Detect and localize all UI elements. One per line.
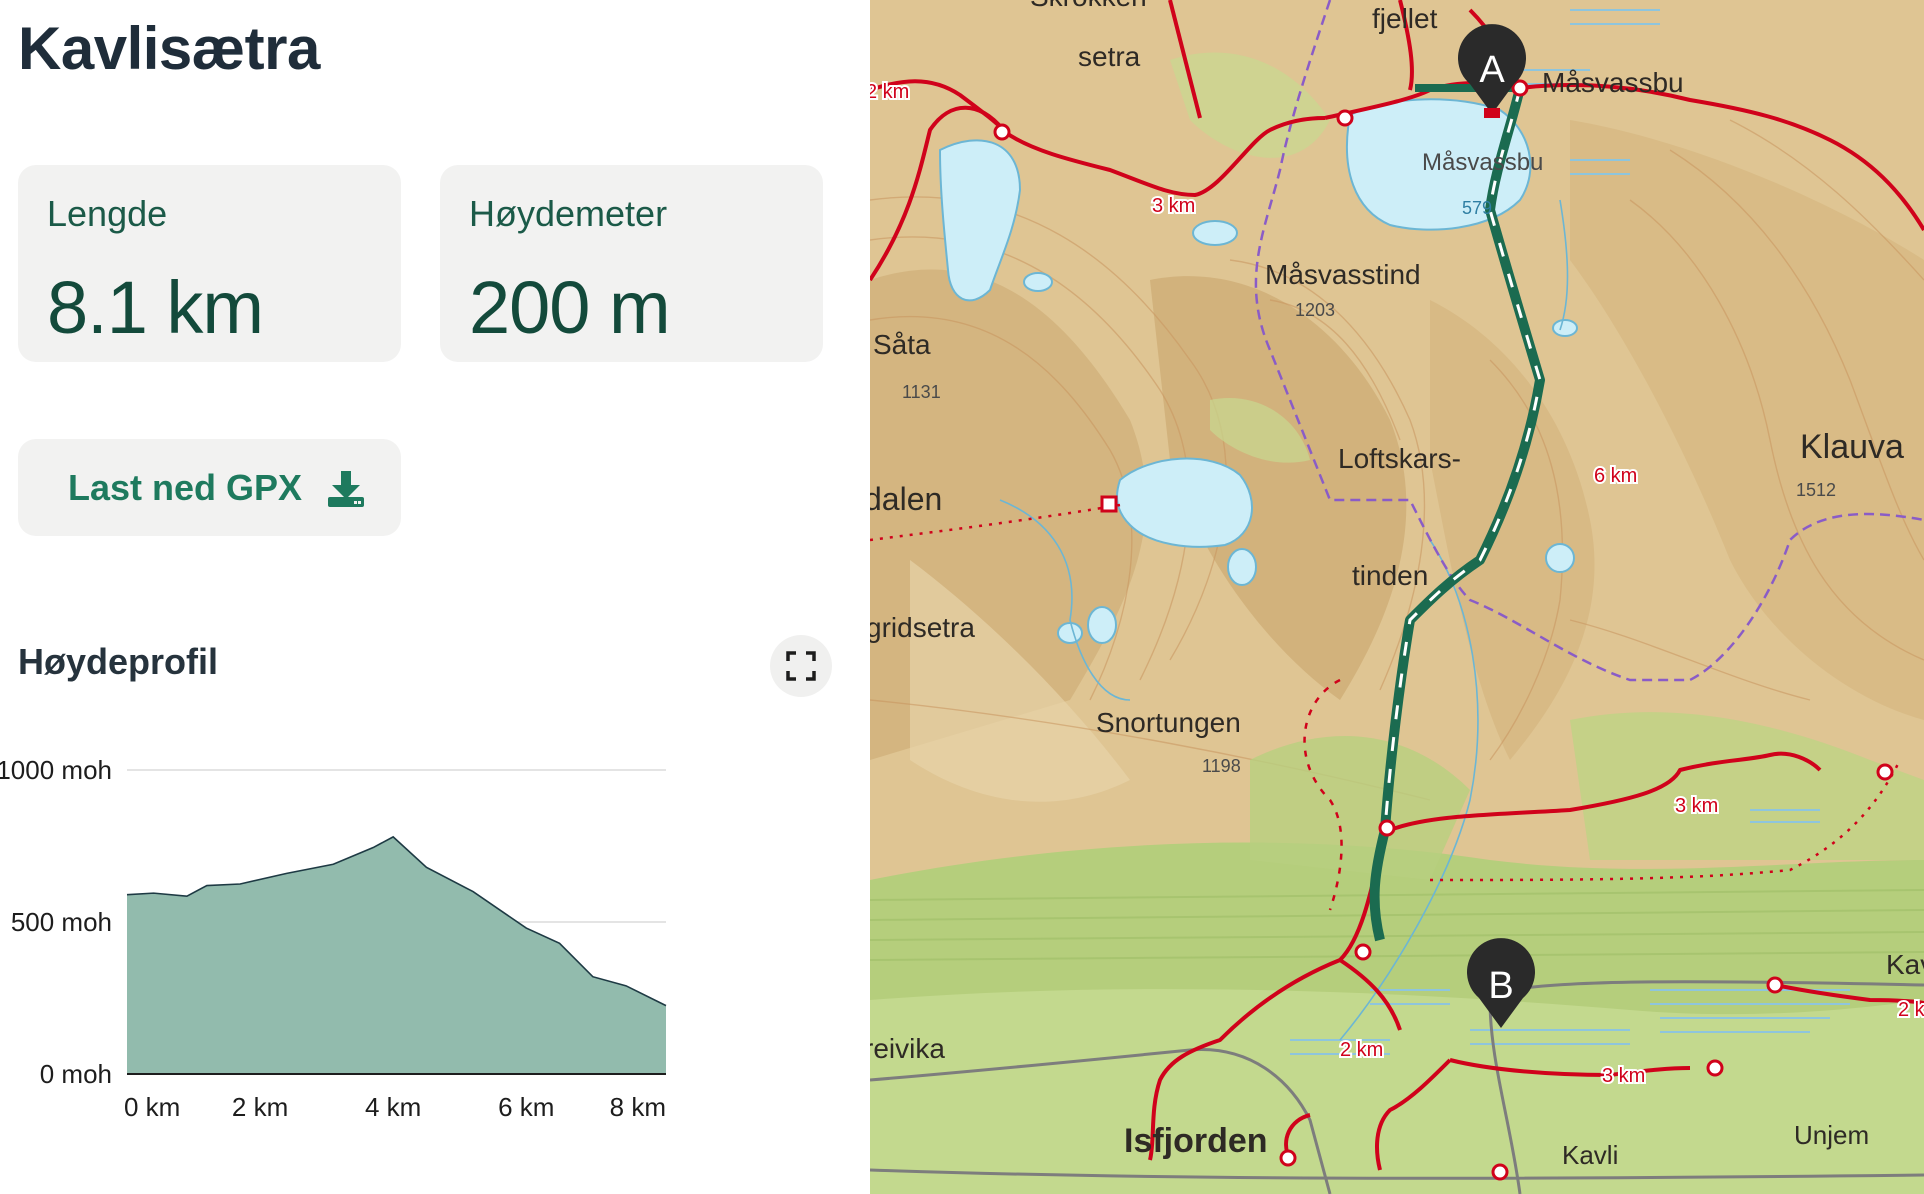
download-gpx-button[interactable]: Last ned GPX bbox=[18, 439, 401, 536]
map-label-klauva-height: 1512 bbox=[1796, 480, 1836, 500]
map-distance-label: 2 km bbox=[1898, 999, 1924, 1021]
map-distance-label: 3 km bbox=[1675, 795, 1718, 817]
elevation-area bbox=[127, 836, 666, 1074]
y-tick-label: 0 moh bbox=[40, 1059, 112, 1089]
map-distance-label: 3 km bbox=[1602, 1065, 1645, 1087]
map-label-reivika: reivika bbox=[870, 1033, 945, 1064]
end-marker-label: B bbox=[1488, 965, 1513, 1007]
map-label-isfjorden: Isfjorden bbox=[1124, 1122, 1268, 1160]
start-marker-label: A bbox=[1479, 49, 1505, 91]
elevation-label: Høydemeter bbox=[469, 193, 668, 234]
x-tick-label: 4 km bbox=[365, 1092, 421, 1122]
map-label-fjellet: fjellet bbox=[1372, 3, 1438, 34]
map-label-kav: Kav bbox=[1886, 949, 1924, 980]
map-label-unjem: Unjem bbox=[1794, 1120, 1869, 1150]
map-label-lake-height: 579 bbox=[1462, 198, 1492, 218]
map-distance-label: 2 km bbox=[870, 81, 909, 103]
map-label-masvassbu-lake: Måsvassbu bbox=[1422, 149, 1543, 176]
x-tick-label: 0 km bbox=[124, 1092, 180, 1122]
map-distance-label: 3 km bbox=[1152, 195, 1195, 217]
map-label-setra: setra bbox=[1078, 41, 1141, 72]
download-gpx-label: Last ned GPX bbox=[68, 467, 303, 508]
fullscreen-icon bbox=[786, 651, 816, 681]
elevation-card: Høydemeter 200 m bbox=[440, 165, 823, 362]
elevation-profile-title: Høydeprofil bbox=[18, 641, 219, 682]
x-tick-label: 6 km bbox=[498, 1092, 554, 1122]
route-panel: Kavlisætra Lengde 8.1 km Høydemeter 200 … bbox=[0, 0, 870, 1194]
length-card: Lengde 8.1 km bbox=[18, 165, 401, 362]
length-value: 8.1 km bbox=[47, 266, 264, 349]
map-label-skrokkensetra: Skrokken- bbox=[1030, 0, 1156, 12]
elevation-value: 200 m bbox=[469, 266, 671, 349]
map-label-masvassbu-hut: Måsvassbu bbox=[1542, 67, 1684, 98]
map-label-kavli: Kavli bbox=[1562, 1140, 1618, 1170]
map-label-masvasstind-height: 1203 bbox=[1295, 300, 1335, 320]
route-map[interactable]: Skrokken- setra fjellet Måsvassbu Måsvas… bbox=[870, 0, 1924, 1194]
map-distance-label: 2 km bbox=[1340, 1039, 1383, 1061]
length-label: Lengde bbox=[47, 193, 168, 234]
map-label-tinden: tinden bbox=[1352, 560, 1428, 591]
route-title: Kavlisætra bbox=[18, 15, 320, 82]
map-distance-label: 6 km bbox=[1594, 465, 1637, 487]
download-icon bbox=[326, 469, 366, 509]
map-label-snortungen-height: 1198 bbox=[1202, 756, 1241, 776]
map-label-masvasstind: Måsvasstind bbox=[1265, 259, 1421, 290]
map-label-snortungen: Snortungen bbox=[1096, 707, 1241, 738]
map-label-sata-height: 1131 bbox=[902, 382, 941, 402]
map-label-klauva: Klauva bbox=[1800, 428, 1904, 466]
map-label-dalen: dalen bbox=[870, 481, 942, 517]
y-tick-label: 1000 moh bbox=[0, 755, 112, 785]
x-tick-label: 8 km bbox=[610, 1092, 666, 1122]
y-tick-label: 500 moh bbox=[11, 907, 112, 937]
x-tick-label: 2 km bbox=[232, 1092, 288, 1122]
map-label-sata: Såta bbox=[873, 329, 931, 360]
map-label-gridsetra: gridsetra bbox=[870, 612, 975, 643]
fullscreen-button[interactable] bbox=[770, 635, 832, 697]
map-label-loftskars: Loftskars- bbox=[1338, 443, 1461, 474]
elevation-profile-chart: 0 moh 500 moh 1000 moh 0 km 2 km 4 km 6 km 8 km bbox=[0, 755, 667, 1122]
